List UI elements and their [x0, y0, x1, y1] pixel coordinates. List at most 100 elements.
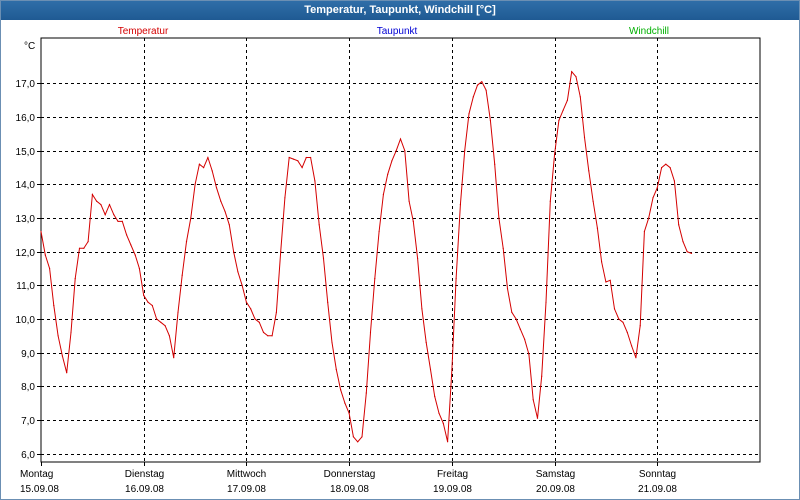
data-point: [70, 331, 72, 333]
data-point: [160, 321, 162, 323]
data-point: [61, 355, 64, 357]
data-point: [631, 345, 633, 347]
data-point: [421, 308, 423, 310]
data-point: [442, 422, 444, 424]
data-point: [126, 234, 128, 236]
data-point: [288, 156, 290, 159]
data-point: [203, 167, 205, 169]
data-point: [622, 321, 624, 323]
data-point: [284, 197, 286, 199]
data-point: [588, 170, 590, 172]
data-point: [562, 109, 564, 111]
data-point: [66, 372, 68, 374]
data-point: [399, 138, 402, 140]
data-point: [459, 204, 461, 206]
y-tick-label: 13,0: [16, 214, 36, 225]
y-tick-label: 11,0: [16, 281, 35, 292]
data-point: [395, 150, 397, 152]
data-point: [245, 301, 247, 303]
data-point: [168, 335, 170, 337]
data-point: [656, 187, 658, 189]
data-point: [378, 230, 380, 233]
data-point: [108, 204, 111, 206]
data-point: [447, 441, 449, 443]
data-point: [382, 193, 384, 196]
data-point: [228, 224, 230, 226]
data-point: [96, 200, 98, 202]
data-point: [601, 261, 603, 263]
data-point: [143, 294, 145, 296]
data-point: [322, 257, 325, 259]
data-point: [485, 89, 487, 91]
data-point: [609, 279, 611, 281]
data-point: [412, 220, 414, 222]
data-point: [280, 251, 282, 253]
data-point: [220, 200, 222, 202]
data-point: [519, 328, 521, 330]
y-tick-label: 14,0: [16, 180, 36, 191]
x-tick-date-label: 20.09.08: [536, 484, 575, 495]
data-point: [156, 318, 158, 320]
data-point: [545, 301, 547, 303]
data-point: [117, 220, 119, 222]
data-point: [682, 241, 684, 243]
data-point: [254, 318, 256, 320]
x-tick-date-label: 18.09.08: [330, 484, 369, 495]
data-point: [352, 436, 354, 438]
legend-label-windchill: Windchill: [629, 26, 669, 37]
plot-area: [40, 37, 761, 463]
data-point: [618, 318, 620, 320]
x-tick-day-label: Freitag: [437, 469, 468, 480]
data-point: [74, 278, 76, 280]
x-tick-date-label: 17.09.08: [227, 484, 266, 495]
data-point: [639, 325, 641, 327]
data-point: [532, 399, 534, 401]
data-point: [511, 311, 513, 313]
data-point: [635, 357, 637, 359]
data-point: [83, 247, 85, 249]
data-point: [262, 331, 265, 333]
data-point: [554, 153, 556, 155]
data-point: [502, 247, 504, 249]
data-point: [571, 71, 573, 73]
data-point: [528, 353, 530, 355]
data-point: [686, 251, 688, 253]
data-point: [374, 278, 376, 280]
y-tick-label: 15,0: [16, 147, 36, 158]
data-point: [310, 156, 312, 159]
data-point: [489, 119, 491, 121]
data-point: [44, 254, 46, 256]
data-point: [494, 163, 496, 165]
data-point: [361, 436, 363, 438]
data-point: [626, 331, 628, 333]
y-tick-label: 7,0: [21, 416, 35, 427]
data-point: [211, 170, 213, 172]
legend-label-temperatur: Temperatur: [118, 26, 169, 37]
data-point: [652, 197, 654, 199]
data-point: [233, 251, 235, 253]
data-point: [147, 301, 149, 303]
data-point: [40, 230, 42, 233]
data-point: [327, 301, 329, 303]
data-point: [690, 252, 693, 254]
y-tick-label: 17,0: [16, 79, 36, 90]
data-point: [365, 392, 367, 394]
data-point: [237, 271, 239, 273]
data-point: [575, 76, 577, 78]
data-point: [558, 119, 560, 121]
y-tick-label: 10,0: [16, 315, 36, 326]
chart-svg: 6,0 7,0 8,0 9,0 10,0 11,0 12,0 13,0 14,0 15,0 16,0…: [16, 26, 761, 495]
data-point: [669, 167, 671, 169]
data-point: [455, 278, 457, 280]
data-point: [297, 160, 299, 162]
data-point: [151, 304, 153, 307]
data-point: [91, 193, 93, 196]
x-tick-date-label: 15.09.08: [20, 484, 59, 495]
data-point: [181, 274, 183, 276]
data-point: [305, 156, 307, 159]
data-point: [134, 254, 136, 256]
data-point: [506, 288, 509, 290]
data-point: [314, 180, 316, 182]
data-point: [434, 395, 436, 397]
data-point: [579, 96, 581, 98]
